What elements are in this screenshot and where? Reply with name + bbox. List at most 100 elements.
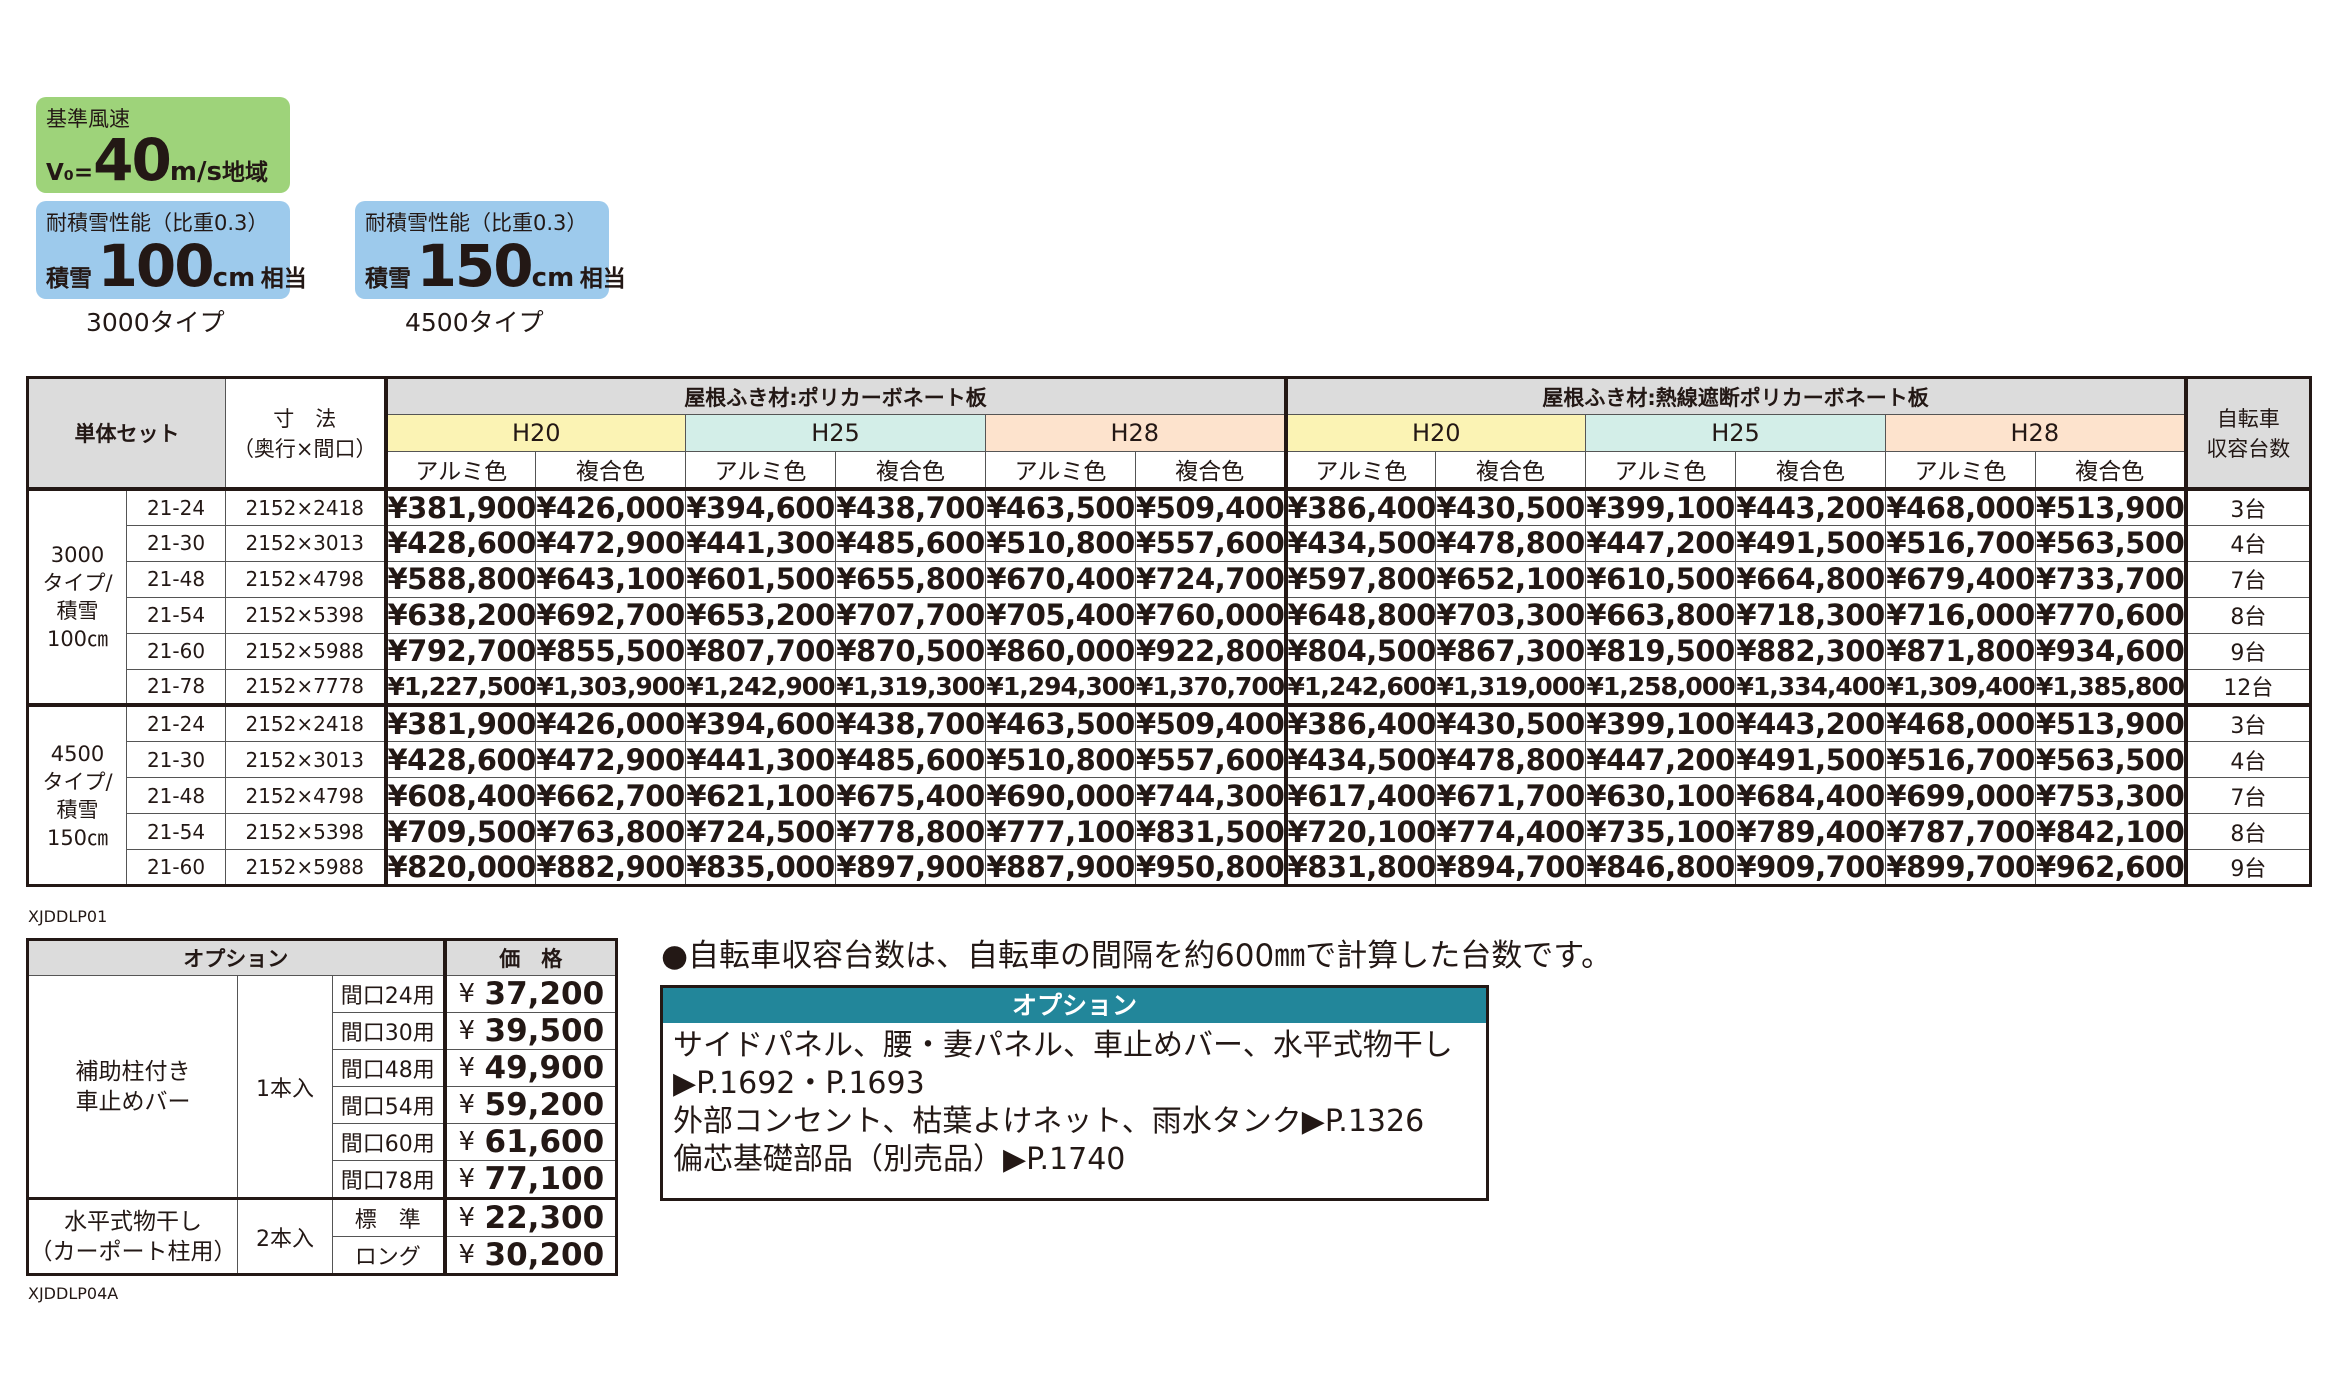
price-cell: ¥655,800 [835,560,986,598]
option-price: 77,100 [484,1160,618,1199]
price-cell: ¥1,319,000 [1435,668,1587,706]
price-cell: ¥441,300 [685,524,836,562]
model-code: 21-48 [126,777,226,814]
option-size: 間口60用 [331,1123,446,1161]
model-code: 21-78 [126,668,226,706]
option-row: 水平式物干し （カーポート柱用） 2本入標 準 ¥22,300 [27,1198,618,1275]
model-code: 21-24 [126,703,226,742]
header-roof-heat-shield: 屋根ふき材:熱線遮断ポリカーボネート板 [1283,377,2187,415]
option-line: 偏芯基礎部品（別売品）▶P.1740 [673,1142,1126,1177]
table-row: 21-54 2152×5398 ¥709,500 ¥763,800 ¥724,500 ¥7… [28,813,2312,850]
option-size: 間口30用 [331,1012,446,1050]
price-cell: ¥1,227,500 [383,668,536,706]
capacity-cell: 4台 [2183,524,2312,562]
price-cell: ¥735,100 [1585,813,1737,850]
price-cell: ¥399,100 [1585,486,1737,526]
header-color: アルミ色 [685,451,836,489]
option-price: 37,200 [484,975,618,1013]
price-cell: ¥792,700 [383,632,536,670]
price-cell: ¥962,600 [2035,849,2187,886]
price-cell: ¥871,800 [1885,632,2037,670]
price-cell: ¥1,303,900 [535,668,686,706]
price-cell: ¥718,300 [1735,596,1887,634]
table-row: 21-54 2152×5398 ¥638,200 ¥692,700 ¥653,200 ¥7… [28,596,2312,634]
snow-badge-4500: 耐積雪性能（比重0.3） 積雪 150cm 相当 [355,201,626,300]
price-cell: ¥381,900 [383,703,536,742]
option-page-link[interactable]: ▶P.1692・P.1693 [673,1065,1476,1103]
option-size: ロング [331,1236,446,1275]
model-code: 21-30 [126,741,226,778]
price-cell: ¥720,100 [1283,813,1437,850]
group-label: 3000 タイプ/ 積雪 100㎝ [27,486,127,706]
table-row: 21-60 2152×5988 ¥820,000 ¥882,900 ¥835,000 ¥8… [28,849,2312,886]
table-row: 4500 タイプ/ 積雪 150㎝ 21-24 2152×2418 ¥381,900 ¥… [27,703,2312,886]
option-box-title: オプション [663,988,1486,1023]
price-cell: ¥664,800 [1735,560,1887,598]
price-cell: ¥922,800 [1134,632,1287,670]
price-cell: ¥438,700 [835,486,986,526]
option-header: オプション [26,939,446,976]
capacity-cell: 7台 [2183,777,2312,814]
yen-sign: ¥ [442,1012,485,1050]
price-cell: ¥516,700 [1885,524,2037,562]
snow-depth-number: 150 [416,232,534,300]
option-price: 59,200 [484,1086,618,1124]
model-code: 21-24 [126,486,226,526]
price-cell: ¥870,500 [835,632,986,670]
price-cell: ¥909,700 [1735,849,1887,886]
price-cell: ¥820,000 [383,849,536,886]
price-header: 価 格 [442,939,618,976]
option-size: 間口54用 [331,1086,446,1124]
price-cell: ¥557,600 [1134,524,1287,562]
price-cell: ¥882,300 [1735,632,1887,670]
price-cell: ¥399,100 [1585,703,1737,742]
price-cell: ¥670,400 [985,560,1136,598]
yen-sign: ¥ [442,1123,485,1161]
price-cell: ¥513,900 [2035,486,2187,526]
price-cell: ¥831,500 [1134,813,1287,850]
price-cell: ¥463,500 [985,486,1136,526]
option-name: 水平式物干し （カーポート柱用） [27,1198,238,1275]
price-cell: ¥716,000 [1885,596,2037,634]
option-size: 間口24用 [331,975,446,1013]
header-height-h25: H25 [685,414,986,452]
price-cell: ¥675,400 [835,777,986,814]
price-cell: ¥438,700 [835,703,986,742]
option-size: 間口78用 [331,1160,446,1199]
price-cell: ¥608,400 [383,777,536,814]
price-cell: ¥630,100 [1585,777,1737,814]
price-cell: ¥1,385,800 [2035,668,2187,706]
header-color: 複合色 [1134,451,1287,489]
option-line: 外部コンセント、枯葉よけネット、雨水タンク▶P.1326 [673,1104,1425,1139]
price-cell: ¥690,000 [985,777,1136,814]
header-height-h28: H28 [1885,414,2187,452]
price-cell: ¥653,200 [685,596,836,634]
price-cell: ¥430,500 [1435,703,1587,742]
table-row: 21-78 2152×7778 ¥1,227,500 ¥1,303,900 ¥1,242… [28,668,2312,706]
price-cell: ¥513,900 [2035,703,2187,742]
yen-sign: ¥ [442,1236,485,1275]
header-set: 単体セット [27,377,226,489]
dimension-cell: 2152×3013 [225,524,386,562]
price-cell: ¥485,600 [835,524,986,562]
price-cell: ¥428,600 [383,524,536,562]
header-color: アルミ色 [1283,451,1437,489]
capacity-cell: 4台 [2183,741,2312,778]
table-row: 21-60 2152×5988 ¥792,700 ¥855,500 ¥807,700 ¥8… [28,632,2312,670]
price-cell: ¥1,294,300 [985,668,1136,706]
snow-suffix: 相当 [579,266,626,292]
dimension-cell: 2152×4798 [225,560,386,598]
price-cell: ¥610,500 [1585,560,1737,598]
price-cell: ¥443,200 [1735,703,1887,742]
yen-sign: ¥ [442,975,485,1013]
option-row: 補助柱付き 車止めバー 1本入 間口24用 ¥37,200 [27,975,618,1199]
price-cell: ¥563,500 [2035,741,2187,778]
price-cell: ¥509,400 [1134,486,1287,526]
price-cell: ¥807,700 [685,632,836,670]
wind-speed-badge: 基準風速 V₀=40m/s地域 [36,97,290,193]
option-box: オプション サイドパネル、腰・妻パネル、車止めバー、水平式物干し ▶P.1692… [660,985,1489,1201]
price-cell: ¥621,100 [685,777,836,814]
price-cell: ¥472,900 [535,524,686,562]
price-cell: ¥557,600 [1134,741,1287,778]
price-cell: ¥835,000 [685,849,836,886]
